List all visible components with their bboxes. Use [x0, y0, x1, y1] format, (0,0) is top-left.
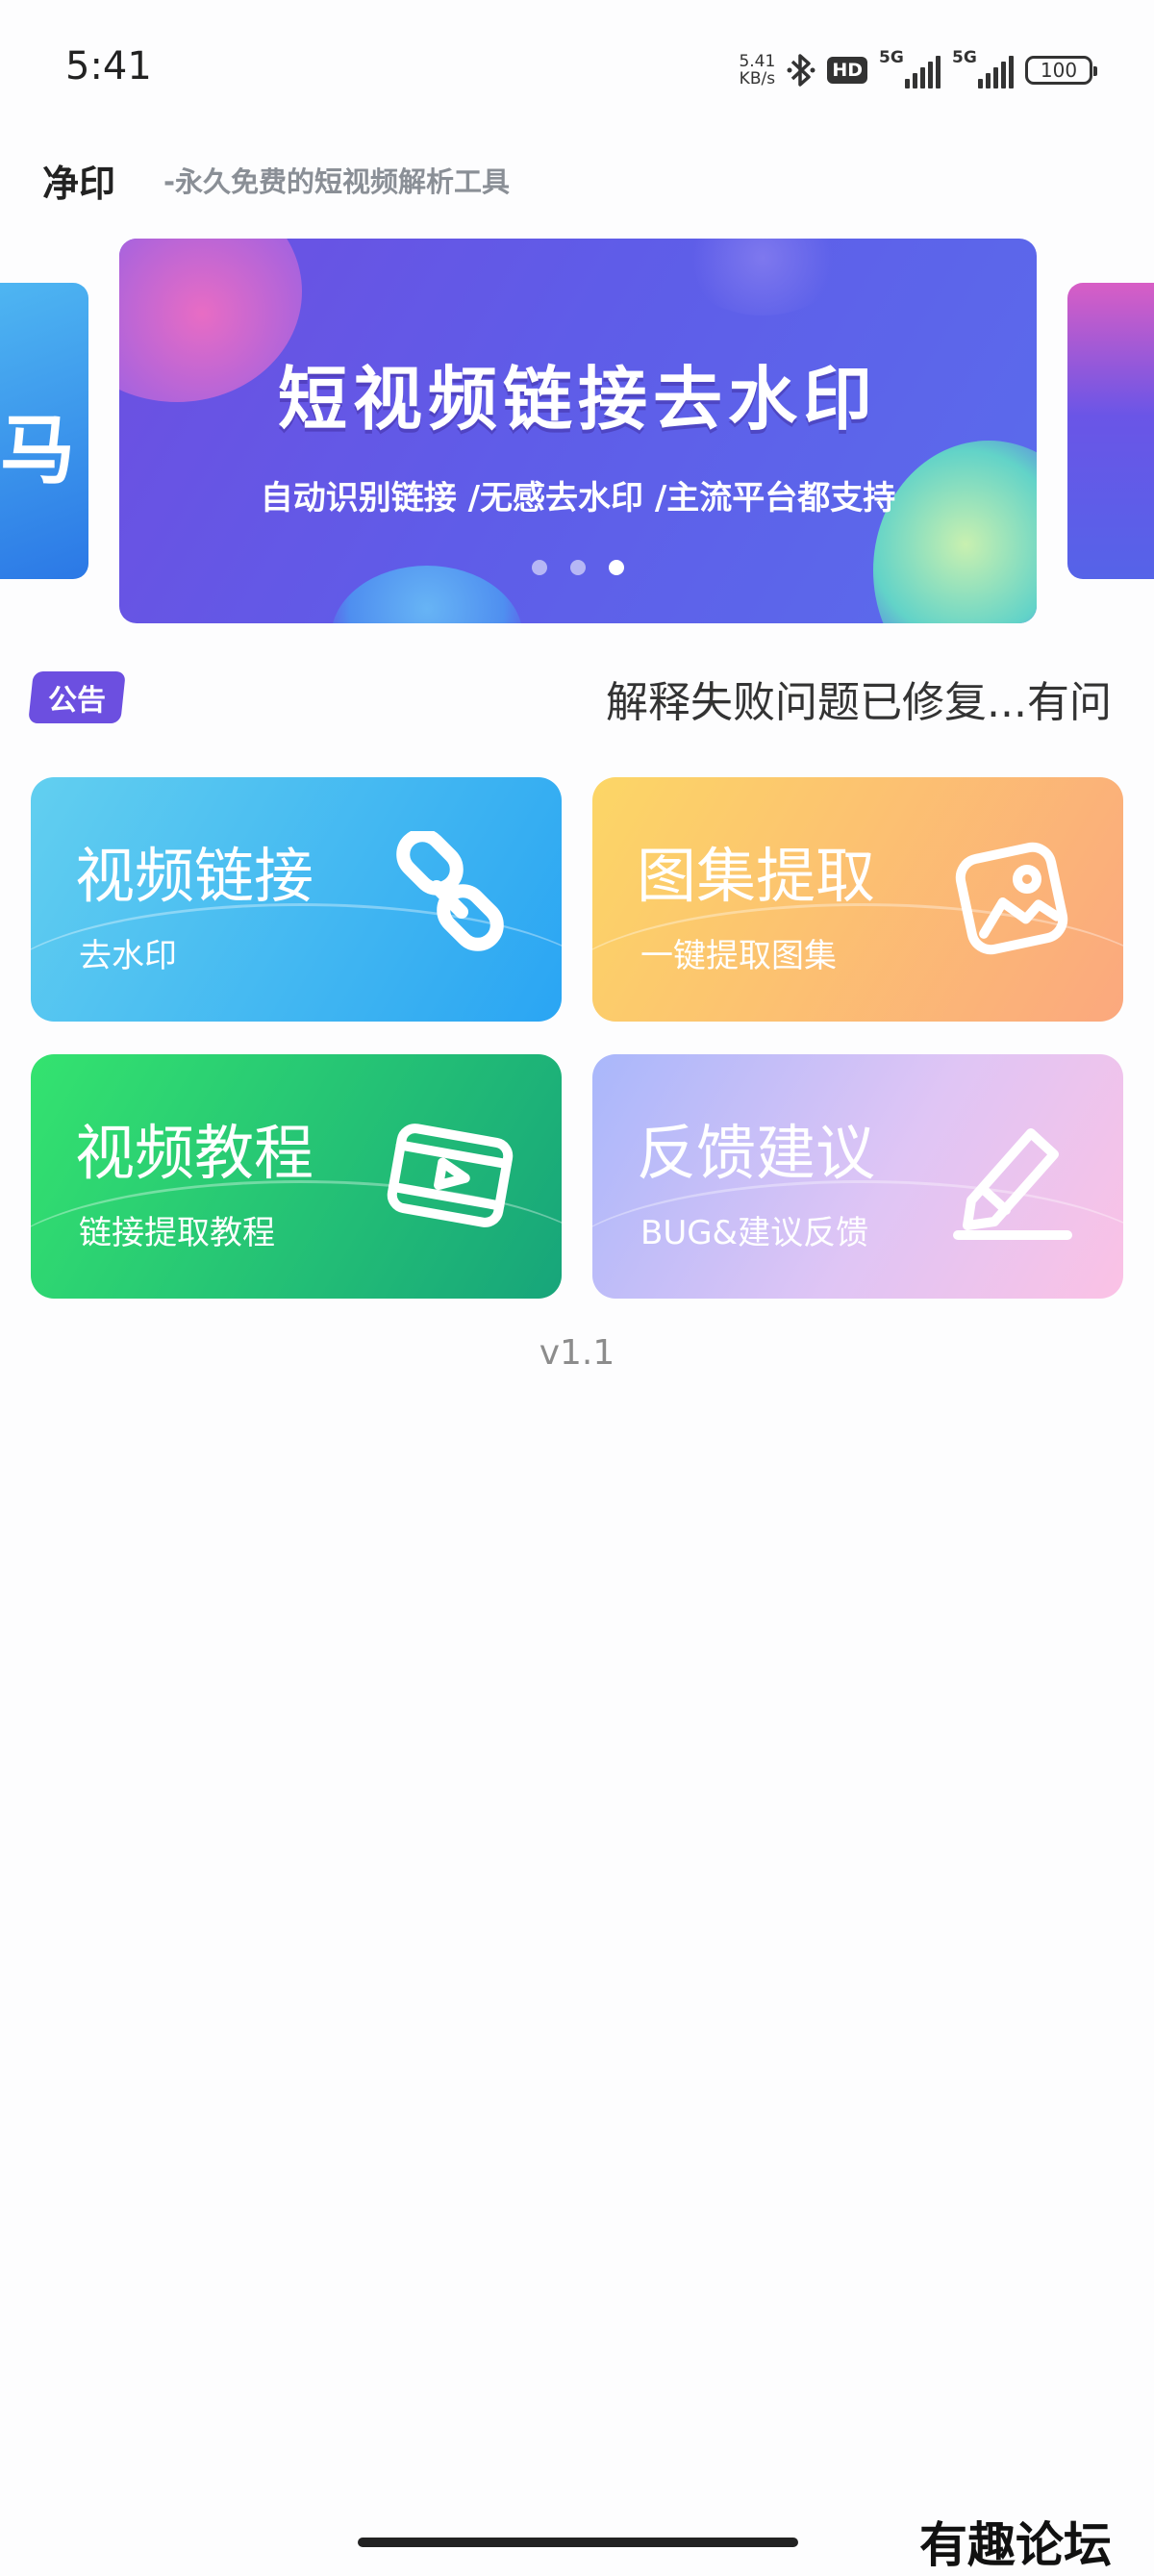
battery-icon: 100	[1025, 56, 1097, 85]
status-time: 5:41	[65, 44, 152, 88]
carousel-indicator	[119, 560, 1037, 575]
notice-badge: 公告	[28, 671, 126, 723]
banner-prev-slide-text: 马	[0, 408, 75, 494]
pencil-edit-icon	[944, 1108, 1079, 1243]
card-title: 反馈建议	[637, 1118, 876, 1188]
signal-sim2-icon: 5G	[952, 48, 1014, 88]
network-speed: 5.41 KB/s	[739, 53, 775, 88]
network-speed-unit: KB/s	[739, 69, 776, 88]
status-bar: 5:41 5.41 KB/s HD 5G 5G 100	[0, 0, 1154, 135]
app-subtitle: -永久免费的短视频解析工具	[163, 165, 511, 198]
card-subtitle: BUG&建议反馈	[640, 1214, 869, 1252]
image-icon	[944, 831, 1079, 966]
video-play-icon	[383, 1108, 517, 1243]
carousel-dot-active[interactable]	[609, 560, 624, 575]
network-speed-value: 5.41	[739, 52, 776, 71]
banner-decoration	[873, 441, 1037, 623]
banner-prev-slide[interactable]: 马	[0, 283, 88, 579]
hd-voice-icon: HD	[827, 57, 867, 84]
watermark: 有趣论坛	[919, 2516, 1112, 2573]
link-icon	[383, 828, 517, 966]
card-title: 图集提取	[637, 841, 876, 911]
card-subtitle: 链接提取教程	[79, 1214, 275, 1252]
banner-subtitle: 自动识别链接 /无感去水印 /主流平台都支持	[260, 479, 896, 518]
app-version: v1.1	[539, 1333, 615, 1373]
card-title: 视频教程	[75, 1118, 314, 1188]
card-subtitle: 去水印	[79, 937, 177, 975]
gallery-extract-card[interactable]: 图集提取 一键提取图集	[592, 777, 1123, 1022]
notice-marquee[interactable]: 解释失败问题已修复...有问	[606, 668, 1125, 729]
signal-sim1-icon: 5G	[879, 48, 941, 88]
banner-carousel[interactable]: 短视频链接去水印 自动识别链接 /无感去水印 /主流平台都支持	[119, 239, 1037, 623]
app-title: 净印	[42, 163, 116, 205]
home-indicator[interactable]	[358, 2538, 798, 2547]
video-link-card[interactable]: 视频链接 去水印	[31, 777, 562, 1022]
battery-level: 100	[1040, 59, 1078, 82]
notice-badge-label: 公告	[48, 684, 106, 718]
carousel-dot[interactable]	[532, 560, 547, 575]
banner-decoration	[681, 239, 844, 316]
card-title: 视频链接	[75, 841, 314, 911]
banner-title: 短视频链接去水印	[277, 359, 878, 440]
video-tutorial-card[interactable]: 视频教程 链接提取教程	[31, 1054, 562, 1299]
status-icons: 5.41 KB/s HD 5G 5G 100	[739, 46, 1097, 94]
card-subtitle: 一键提取图集	[640, 937, 837, 975]
carousel-dot[interactable]	[570, 560, 586, 575]
bluetooth-icon	[787, 51, 815, 89]
feedback-card[interactable]: 反馈建议 BUG&建议反馈	[592, 1054, 1123, 1299]
banner-next-slide[interactable]	[1067, 283, 1154, 579]
